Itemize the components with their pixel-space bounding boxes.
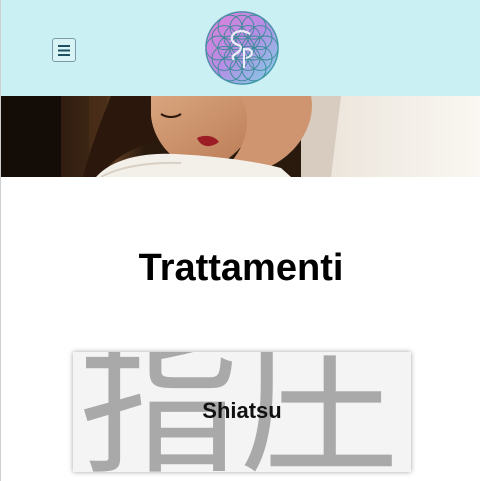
hamburger-menu-icon: [58, 45, 70, 56]
flower-of-life-logo-icon[interactable]: [204, 10, 280, 86]
treatment-card-shiatsu[interactable]: 指圧 Shiatsu: [73, 352, 411, 472]
page-title: Trattamenti: [138, 247, 344, 289]
page: Trattamenti 指圧 Shiatsu: [0, 0, 480, 481]
site-header: [1, 0, 480, 96]
hero-image: [1, 96, 480, 177]
treatment-card-label: Shiatsu: [202, 398, 282, 423]
woman-relaxing-massage-photo: [1, 96, 480, 177]
hamburger-menu-button[interactable]: [52, 38, 76, 62]
